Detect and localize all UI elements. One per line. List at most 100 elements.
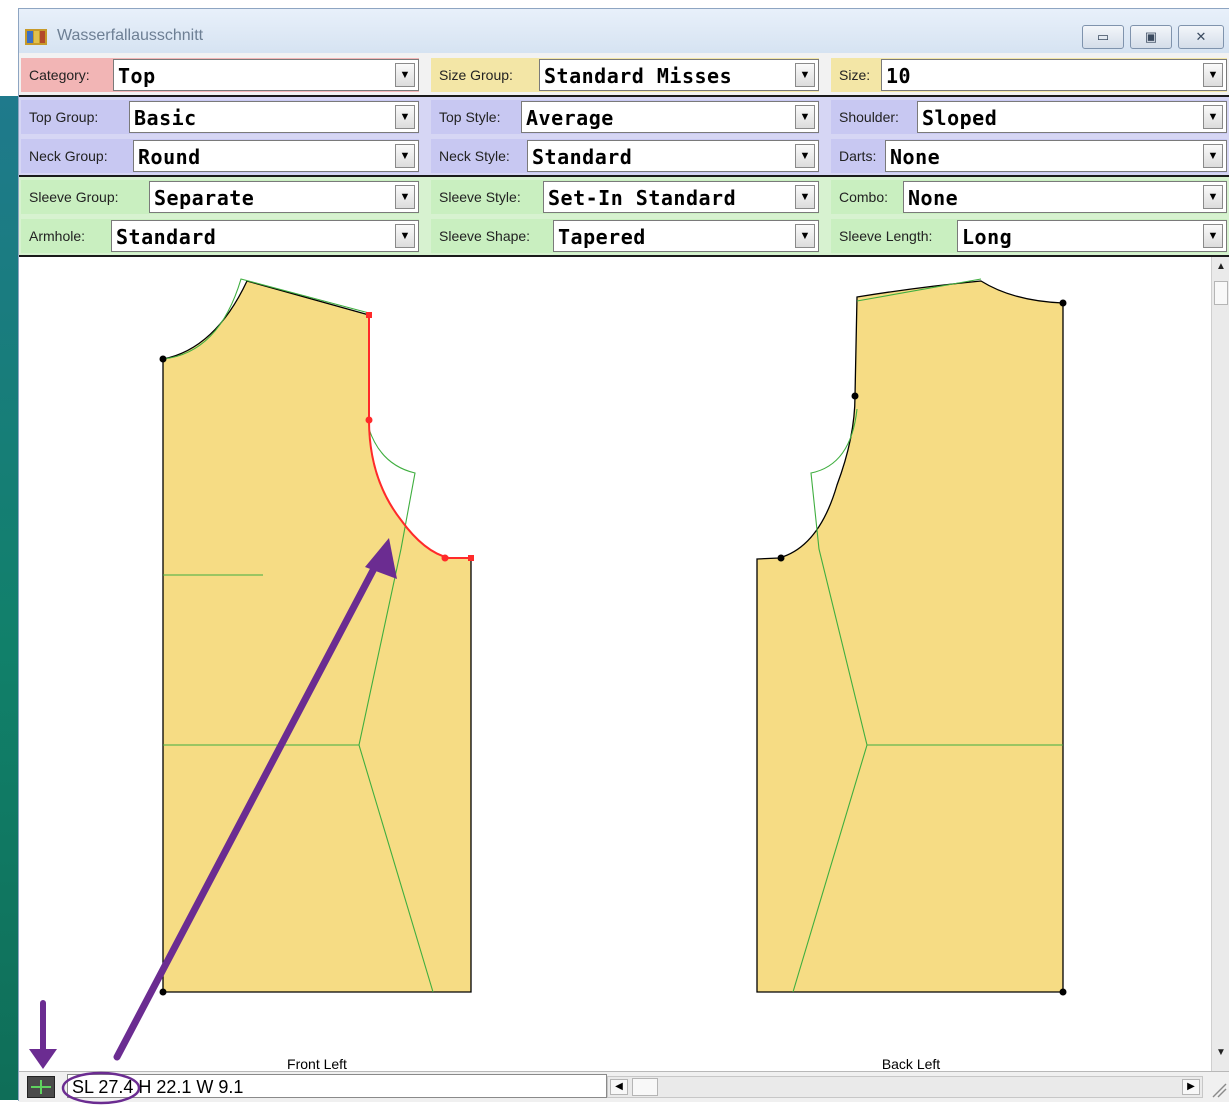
scroll-left-icon[interactable]: ◀ [610,1079,628,1095]
title-bar: Wasserfallausschnitt ▭ ▣ ✕ [19,9,1229,53]
neck-group-value: Round [138,145,201,169]
size-group-label: Size Group: [439,67,513,83]
combo-field: Combo: None ▼ [831,180,1227,214]
top-group-field: Top Group: Basic ▼ [21,100,419,134]
chevron-down-icon[interactable]: ▼ [395,224,415,248]
size-group-value: Standard Misses [544,64,733,88]
top-neck-selector-bar: Top Group: Basic ▼ Top Style: Average ▼ … [19,97,1229,177]
sleeve-group-label: Sleeve Group: [29,189,119,205]
chevron-down-icon[interactable]: ▼ [795,224,815,248]
scroll-thumb[interactable] [1214,281,1228,305]
close-button[interactable]: ✕ [1178,25,1224,49]
neck-style-field: Neck Style: Standard ▼ [431,139,819,173]
sleeve-length-label: Sleeve Length: [839,228,933,244]
chevron-down-icon[interactable]: ▼ [795,185,815,209]
size-field: Size: 10 ▼ [831,58,1227,92]
chevron-down-icon[interactable]: ▼ [395,144,415,168]
chevron-down-icon[interactable]: ▼ [395,63,415,87]
chevron-down-icon[interactable]: ▼ [395,185,415,209]
armhole-label: Armhole: [29,228,86,244]
darts-select[interactable]: None ▼ [885,140,1227,172]
chevron-down-icon[interactable]: ▼ [795,63,815,87]
vertical-scrollbar[interactable]: ▲ ▼ [1211,257,1229,1071]
sleeve-selector-bar: Sleeve Group: Separate ▼ Sleeve Style: S… [19,177,1229,257]
sleeve-group-select[interactable]: Separate ▼ [149,181,419,213]
chevron-down-icon[interactable]: ▼ [395,105,415,129]
neck-style-value: Standard [532,145,633,169]
sleeve-length-field: Sleeve Length: Long ▼ [831,219,1227,253]
pattern-tool-icon[interactable] [27,1076,55,1098]
back-left-piece[interactable] [756,280,1064,993]
chevron-down-icon[interactable]: ▼ [1203,144,1223,168]
sleeve-length-value: Long [962,225,1013,249]
control-point[interactable] [366,312,372,318]
resize-grip-icon[interactable] [1207,1078,1227,1098]
neck-group-field: Neck Group: Round ▼ [21,139,419,173]
pattern-canvas[interactable]: Front Left Back Left [19,257,1211,1072]
highlight-ellipse [61,1071,141,1105]
shoulder-label: Shoulder: [839,109,899,125]
top-style-label: Top Style: [439,109,501,125]
sleeve-group-field: Sleeve Group: Separate ▼ [21,180,419,214]
front-left-label: Front Left [287,1056,347,1071]
scroll-down-icon[interactable]: ▼ [1214,1047,1228,1065]
category-select[interactable]: Top ▼ [113,59,419,91]
shoulder-select[interactable]: Sloped ▼ [917,101,1227,133]
size-group-select[interactable]: Standard Misses ▼ [539,59,819,91]
sleeve-style-label: Sleeve Style: [439,189,521,205]
measurement-readout: SL 27.4 H 22.1 W 9.1 [67,1074,607,1098]
combo-select[interactable]: None ▼ [903,181,1227,213]
size-group-field: Size Group: Standard Misses ▼ [431,58,819,92]
chevron-down-icon[interactable]: ▼ [795,144,815,168]
pattern-window: Wasserfallausschnitt ▭ ▣ ✕ Category: Top… [18,8,1229,1105]
scroll-right-icon[interactable]: ▶ [1182,1079,1200,1095]
corner-point[interactable] [1059,299,1067,307]
horizontal-scrollbar[interactable]: ◀ ▶ [607,1076,1203,1098]
neck-style-label: Neck Style: [439,148,510,164]
top-group-value: Basic [134,106,197,130]
darts-field: Darts: None ▼ [831,139,1227,173]
corner-point[interactable] [777,554,785,562]
corner-point[interactable] [851,392,859,400]
corner-point[interactable] [159,355,167,363]
app-icon [25,29,47,45]
sleeve-group-value: Separate [154,186,255,210]
neck-group-select[interactable]: Round ▼ [133,140,419,172]
control-point[interactable] [468,555,474,561]
sleeve-shape-value: Tapered [558,225,646,249]
chevron-down-icon[interactable]: ▼ [1203,185,1223,209]
top-style-select[interactable]: Average ▼ [521,101,819,133]
control-point[interactable] [441,554,449,562]
sleeve-style-field: Sleeve Style: Set-In Standard ▼ [431,180,819,214]
chevron-down-icon[interactable]: ▼ [795,105,815,129]
sleeve-shape-select[interactable]: Tapered ▼ [553,220,819,252]
size-selector-bar: Category: Top ▼ Size Group: Standard Mis… [19,53,1229,97]
category-label: Category: [29,67,90,83]
shoulder-value: Sloped [922,106,998,130]
top-group-select[interactable]: Basic ▼ [129,101,419,133]
sleeve-style-select[interactable]: Set-In Standard ▼ [543,181,819,213]
combo-label: Combo: [839,189,889,205]
scroll-up-icon[interactable]: ▲ [1214,261,1228,279]
pattern-drawing[interactable]: Front Left Back Left [19,257,1211,1072]
top-group-label: Top Group: [29,109,99,125]
size-label: Size: [839,67,871,83]
corner-point[interactable] [1059,988,1067,996]
scroll-thumb[interactable] [632,1078,658,1096]
size-select[interactable]: 10 ▼ [881,59,1227,91]
corner-point[interactable] [159,988,167,996]
sleeve-length-select[interactable]: Long ▼ [957,220,1227,252]
back-left-label: Back Left [882,1056,940,1071]
armhole-select[interactable]: Standard ▼ [111,220,419,252]
chevron-down-icon[interactable]: ▼ [1203,105,1223,129]
window-title: Wasserfallausschnitt [57,27,204,44]
neck-style-select[interactable]: Standard ▼ [527,140,819,172]
minimize-button[interactable]: ▭ [1082,25,1124,49]
sleeve-style-value: Set-In Standard [548,186,737,210]
chevron-down-icon[interactable]: ▼ [1203,63,1223,87]
neck-group-label: Neck Group: [29,148,108,164]
maximize-button[interactable]: ▣ [1130,25,1172,49]
chevron-down-icon[interactable]: ▼ [1203,224,1223,248]
top-style-value: Average [526,106,614,130]
control-point[interactable] [365,416,373,424]
